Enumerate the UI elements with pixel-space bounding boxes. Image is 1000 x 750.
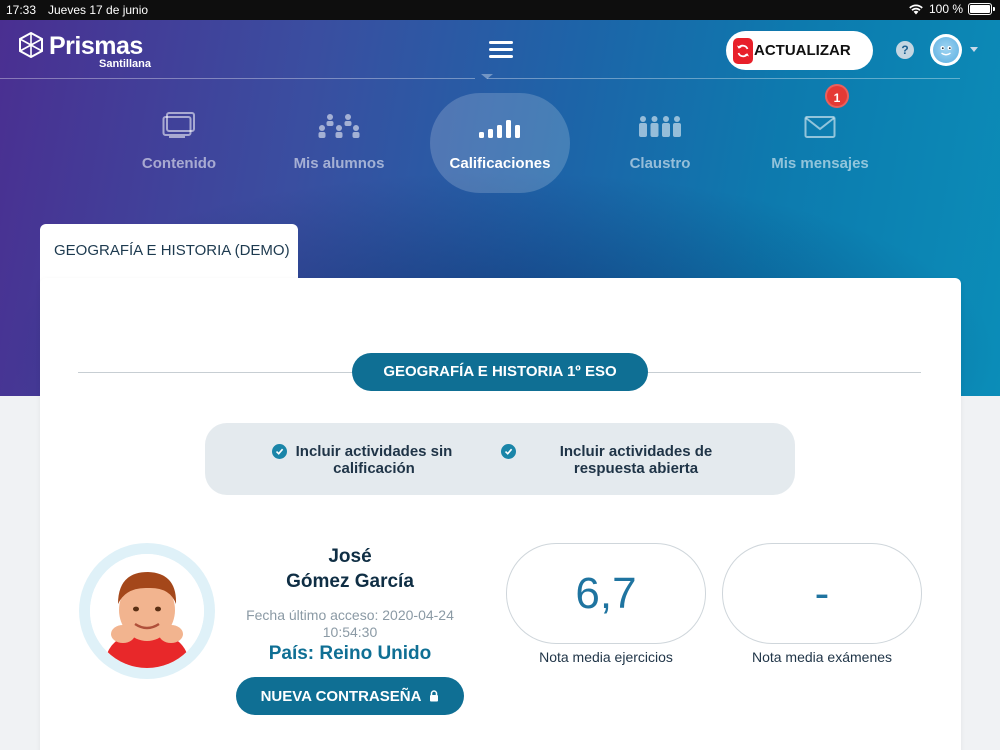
status-bar: 17:33 Jueves 17 de junio 100 % [0, 0, 1000, 20]
nav-label-mis-alumnos: Mis alumnos [293, 155, 385, 172]
cube-logo-icon [19, 32, 43, 58]
battery-icon [968, 3, 995, 15]
update-label: ACTUALIZAR [754, 42, 851, 59]
grades-icon [479, 109, 521, 139]
filter-respuesta-abierta[interactable]: Incluir actividades de respuesta abierta [501, 443, 749, 477]
filter-label: Incluir actividades sin calificación [295, 443, 453, 477]
course-selector[interactable]: GEOGRAFÍA E HISTORIA 1º ESO [352, 353, 648, 391]
student-name: José Gómez García [240, 544, 460, 594]
nav-label-mis-mensajes: Mis mensajes [771, 155, 869, 172]
student-photo [79, 543, 215, 679]
tab-geografia-historia[interactable]: GEOGRAFÍA E HISTORIA (DEMO) [40, 224, 298, 284]
exam-average-score: - [722, 543, 922, 644]
last-access: Fecha último acceso: 2020-04-24 10:54:30 [246, 607, 454, 640]
exercise-average-label: Nota media ejercicios [539, 649, 673, 665]
filter-label: Incluir actividades de respuesta abierta [559, 443, 713, 477]
brand-sub: Santillana [99, 58, 151, 70]
student-first-name: José [328, 546, 372, 567]
check-icon [272, 444, 287, 459]
header-divider-left [0, 78, 475, 79]
status-right: 100 % [908, 2, 995, 16]
status-time: 17:33 [6, 3, 37, 17]
update-button[interactable]: ACTUALIZAR [726, 31, 873, 70]
student-country: País: Reino Unido [268, 643, 432, 664]
exam-average-label: Nota media exámenes [751, 649, 893, 665]
nav-label-claustro: Claustro [629, 155, 691, 172]
menu-icon[interactable] [489, 41, 513, 59]
nav-label-calificaciones: Calificaciones [449, 155, 551, 172]
nav-item-claustro[interactable]: Claustro [590, 93, 730, 193]
mail-icon [804, 109, 836, 139]
lock-icon [430, 690, 439, 702]
student-last-name: Gómez García [286, 571, 414, 592]
nav-label-contenido: Contenido [141, 155, 217, 172]
student-card [40, 278, 961, 750]
content-icon [162, 109, 196, 139]
filters-panel: Incluir actividades sin calificación Inc… [205, 423, 795, 495]
battery-percent: 100 % [928, 2, 963, 16]
nav-item-contenido[interactable]: Contenido [109, 93, 249, 193]
messages-badge: 1 [825, 84, 849, 108]
nav-item-mis-mensajes[interactable]: Mis mensajes [750, 93, 890, 193]
help-icon[interactable]: ? [896, 41, 914, 59]
user-avatar-face-icon [933, 37, 959, 63]
students-icon [317, 109, 361, 139]
student-portrait-image [90, 554, 204, 668]
nav-item-calificaciones[interactable]: Calificaciones [430, 93, 570, 193]
new-password-label: NUEVA CONTRASEÑA [260, 687, 422, 705]
brand-name: Prismas [49, 32, 143, 60]
check-icon [501, 444, 516, 459]
chevron-down-icon[interactable] [970, 47, 978, 52]
refresh-icon [733, 37, 753, 64]
staff-icon [638, 109, 682, 139]
nav-item-mis-alumnos[interactable]: Mis alumnos [269, 93, 409, 193]
new-password-button[interactable]: NUEVA CONTRASEÑA [236, 677, 464, 715]
wifi-icon [909, 4, 923, 15]
user-avatar[interactable] [930, 34, 962, 66]
status-date: Jueves 17 de junio [48, 3, 149, 17]
filter-sin-calificacion[interactable]: Incluir actividades sin calificación [272, 443, 454, 477]
header-divider-right [487, 78, 960, 79]
exercise-average-score: 6,7 [506, 543, 706, 644]
